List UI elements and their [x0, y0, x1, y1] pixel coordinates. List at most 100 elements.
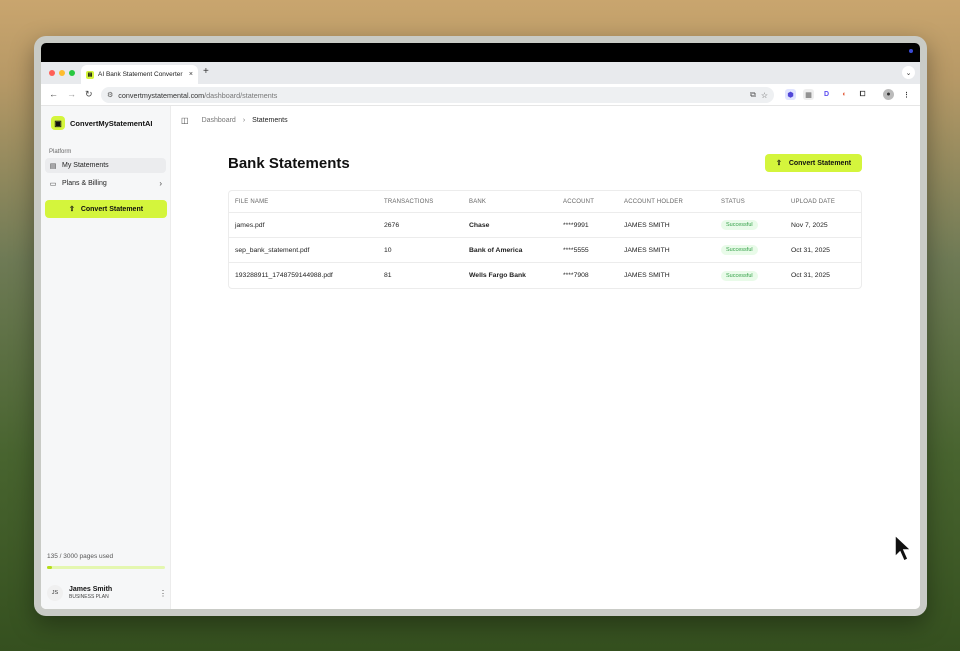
extension-1-icon[interactable]: ⬢ [785, 89, 796, 100]
sidebar-convert-button[interactable]: ⇧ Convert Statement [45, 200, 167, 218]
extension-2-icon[interactable]: ▦ [803, 89, 814, 100]
status-badge: Successful [721, 220, 758, 230]
account-cell: ****9991 [563, 221, 589, 229]
sidebar-item-label: Plans & Billing [62, 180, 107, 187]
minimize-window-icon[interactable] [59, 70, 65, 76]
column-header: STATUS [721, 198, 745, 205]
reload-icon[interactable]: ↻ [85, 89, 93, 100]
upload-date-cell: Oct 31, 2025 [791, 272, 830, 279]
account-cell: ****7908 [563, 272, 589, 279]
holder-cell: JAMES SMITH [624, 272, 670, 279]
column-header: TRANSACTIONS [384, 198, 434, 205]
favicon-icon: ▤ [86, 70, 94, 79]
column-header: UPLOAD DATE [791, 198, 836, 205]
breadcrumb-separator-icon: › [242, 117, 246, 124]
usage-progress-fill [47, 566, 53, 569]
breadcrumb-dashboard[interactable]: Dashboard [202, 117, 236, 124]
user-profile[interactable]: JS James Smith BUSINESS PLAN ⋮ [47, 581, 167, 605]
usage-text: 135 / 3000 pages used [47, 553, 114, 560]
breadcrumb: ◫ Dashboard › Statements [181, 116, 288, 125]
install-app-icon[interactable]: ⧉ [750, 90, 756, 100]
usage-progress-bar [47, 566, 165, 569]
column-header: ACCOUNT HOLDER [624, 198, 684, 205]
column-header: BANK [469, 198, 487, 205]
mouse-cursor-icon [894, 533, 913, 563]
brand-logo-icon: ▣ [51, 116, 65, 130]
tab-title: AI Bank Statement Converter [98, 71, 183, 78]
camera-indicator-icon [909, 49, 913, 53]
upload-icon: ⇧ [775, 160, 782, 167]
tab-search-icon[interactable]: ⌄ [902, 66, 915, 79]
upload-date-cell: Oct 31, 2025 [791, 246, 830, 254]
status-cell: Successful [721, 263, 758, 288]
toggle-sidebar-icon[interactable]: ◫ [181, 116, 189, 125]
address-bar[interactable]: ⚙ convertmystatemental.com/dashboard/sta… [101, 87, 774, 103]
upload-date-cell: Nov 7, 2025 [791, 221, 828, 229]
sidebar-item-label: My Statements [62, 162, 109, 169]
transactions-cell: 10 [384, 246, 392, 254]
main-content: ◫ Dashboard › Statements Bank Statements… [171, 106, 920, 609]
bank-cell: Wells Fargo Bank [469, 272, 526, 279]
status-badge: Successful [721, 245, 758, 255]
site-info-icon[interactable]: ⚙ [107, 91, 113, 99]
new-tab-button[interactable]: + [203, 66, 209, 77]
forward-icon[interactable]: → [67, 89, 76, 99]
brand[interactable]: ▣ ConvertMyStatementAI [51, 116, 153, 130]
extension-d-icon[interactable]: D [821, 89, 832, 100]
avatar: JS [47, 585, 63, 601]
tab-close-icon[interactable]: × [189, 71, 193, 78]
back-icon[interactable]: ← [49, 89, 58, 99]
table-header: FILE NAME TRANSACTIONS BANK ACCOUNT ACCO… [229, 191, 861, 213]
transactions-cell: 81 [384, 272, 392, 279]
screen: ▤ AI Bank Statement Converter × + ⌄ ← → … [41, 43, 920, 609]
file-name-cell[interactable]: james.pdf [235, 213, 264, 237]
user-plan: BUSINESS PLAN [69, 594, 109, 600]
account-cell: ****5555 [563, 246, 589, 254]
bookmark-star-icon[interactable]: ☆ [761, 91, 768, 100]
app: ▣ ConvertMyStatementAI Platform ▤ My Sta… [41, 106, 920, 609]
laptop-frame: ▤ AI Bank Statement Converter × + ⌄ ← → … [34, 36, 927, 616]
convert-button-label: Convert Statement [788, 159, 852, 167]
transactions-cell: 2676 [384, 221, 400, 229]
page-title: Bank Statements [228, 155, 350, 172]
column-header: ACCOUNT [563, 198, 595, 205]
section-label: Platform [49, 149, 72, 155]
holder-cell: JAMES SMITH [624, 246, 670, 254]
file-name-cell[interactable]: sep_bank_statement.pdf [235, 238, 309, 262]
maximize-window-icon[interactable] [69, 70, 75, 76]
tab-bar: ▤ AI Bank Statement Converter × + ⌄ [41, 62, 920, 84]
status-badge: Successful [721, 270, 758, 281]
table-row[interactable]: sep_bank_statement.pdf 10 Bank of Americ… [229, 238, 861, 263]
url-text[interactable]: convertmystatemental.com/dashboard/state… [118, 91, 745, 100]
statements-table: FILE NAME TRANSACTIONS BANK ACCOUNT ACCO… [228, 190, 862, 289]
sidebar-item-plans-billing[interactable]: ▭ Plans & Billing › [45, 176, 166, 191]
holder-cell: JAMES SMITH [624, 221, 670, 229]
table-row[interactable]: james.pdf 2676 Chase ****9991 JAMES SMIT… [229, 213, 861, 238]
brand-name: ConvertMyStatementAI [70, 118, 153, 128]
sidebar: ▣ ConvertMyStatementAI Platform ▤ My Sta… [41, 106, 171, 609]
browser-menu-icon[interactable]: ⋮ [901, 89, 912, 100]
bank-cell: Chase [469, 221, 490, 229]
status-cell: Successful [721, 213, 758, 237]
sidebar-item-my-statements[interactable]: ▤ My Statements [45, 158, 166, 173]
table-row[interactable]: 193288911_1748759144988.pdf 81 Wells Far… [229, 263, 861, 288]
menu-bar [41, 43, 920, 62]
profile-avatar-icon[interactable]: ● [883, 89, 894, 100]
upload-icon: ⇧ [68, 206, 75, 213]
close-window-icon[interactable] [49, 70, 55, 76]
extensions-puzzle-icon[interactable]: ⧠ [857, 89, 868, 100]
browser-tab[interactable]: ▤ AI Bank Statement Converter × [81, 65, 198, 84]
breadcrumb-current: Statements [252, 117, 288, 124]
bank-cell: Bank of America [469, 246, 523, 254]
card-icon: ▭ [49, 180, 57, 188]
document-icon: ▤ [49, 162, 57, 170]
file-name-cell[interactable]: 193288911_1748759144988.pdf [235, 263, 333, 288]
convert-button-label: Convert Statement [80, 205, 144, 213]
chevron-right-icon: › [159, 179, 162, 188]
extension-3-icon[interactable]: ◐ [839, 89, 850, 100]
convert-statement-button[interactable]: ⇧ Convert Statement [765, 154, 862, 172]
more-options-icon[interactable]: ⋮ [159, 589, 167, 598]
browser-toolbar: ← → ↻ ⚙ convertmystatemental.com/dashboa… [41, 84, 920, 106]
column-header: FILE NAME [235, 198, 269, 205]
status-cell: Successful [721, 238, 758, 262]
